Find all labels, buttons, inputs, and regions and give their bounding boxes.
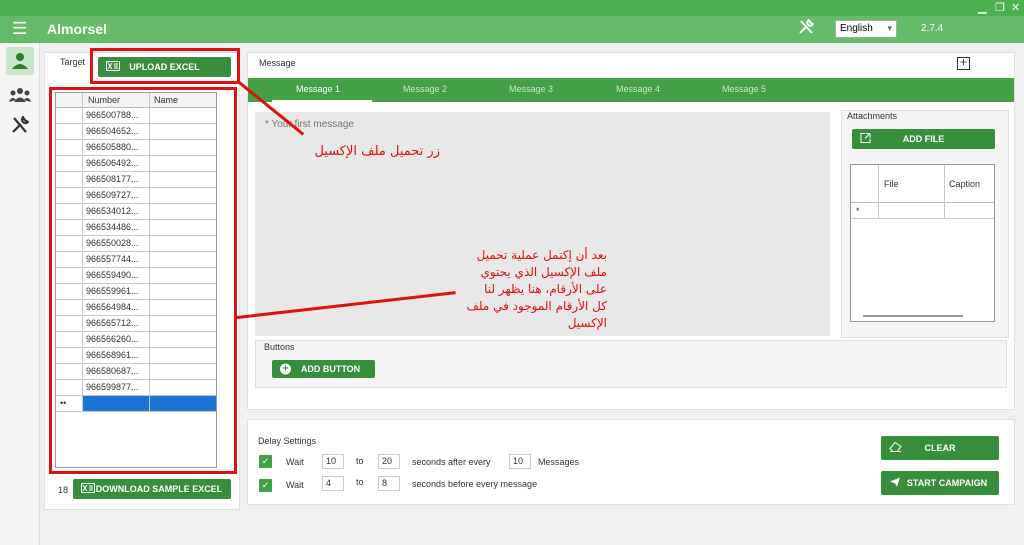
delay-row1-to-label: to (356, 456, 364, 466)
tab-message-5[interactable]: Message 5 (722, 84, 766, 94)
message-label: Message (259, 58, 296, 68)
excel-icon (81, 483, 95, 495)
delay-row1-wait-label: Wait (286, 457, 304, 467)
tab-message-3[interactable]: Message 3 (509, 84, 553, 94)
open-external-icon (860, 133, 871, 146)
delay-row1-from-input[interactable]: 10 (322, 454, 344, 469)
nav-group-users-icon[interactable] (6, 81, 34, 109)
horizontal-scrollbar[interactable] (863, 315, 963, 317)
grid-annotation: بعد أن إكتمل عملية تحميل ملف الإكسيل الذ… (466, 248, 607, 330)
delay-row1-count-input[interactable]: 10 (509, 454, 531, 469)
add-message-icon[interactable]: + (957, 56, 970, 70)
minimize-icon[interactable]: ▁ (978, 1, 986, 14)
attachments-header: File Caption (851, 165, 994, 219)
add-file-button[interactable]: ADD FILE (852, 129, 995, 149)
delay-row1-to-input[interactable]: 20 (378, 454, 400, 469)
clear-button[interactable]: CLEAR (881, 436, 999, 460)
column-file-header[interactable]: File (884, 179, 899, 189)
start-campaign-button[interactable]: START CAMPAIGN (881, 471, 999, 495)
delay-row1-unit-label: Messages (538, 457, 580, 467)
chevron-down-icon: ▾ (887, 23, 892, 33)
language-select[interactable]: English ▾ (835, 20, 897, 38)
add-button-button[interactable]: + ADD BUTTON (272, 360, 375, 378)
delay-settings-label: Delay Settings (258, 436, 317, 446)
delay-row2-checkbox[interactable]: ✓ (259, 479, 272, 492)
delay-row1-checkbox[interactable]: ✓ (259, 455, 272, 468)
app-titlebar: ☰ Almorsel English ▾ 2.7.4 (0, 16, 1024, 43)
download-sample-excel-button[interactable]: DOWNLOAD SAMPLE EXCEL (73, 479, 231, 499)
window-top-strip: ▁ ❐ ✕ (0, 0, 1024, 16)
row-count: 18 (58, 485, 69, 495)
hamburger-menu-icon[interactable]: ☰ (12, 19, 27, 39)
close-icon[interactable]: ✕ (1011, 1, 1020, 14)
attachments-new-row[interactable]: * (851, 203, 994, 219)
attachments-label: Attachments (847, 111, 898, 121)
nav-tools-icon[interactable] (6, 111, 34, 139)
send-icon (889, 477, 901, 490)
delay-row1-after-label: seconds after every (412, 457, 491, 467)
message-tabs: Message 1 Message 2 Message 3 Message 4 … (248, 78, 1014, 102)
delay-row2-after-label: seconds before every message (412, 479, 538, 489)
tab-message-1[interactable]: Message 1 (296, 84, 340, 94)
app-version: 2.7.4 (921, 23, 944, 34)
tools-icon[interactable] (798, 18, 815, 40)
side-navigation (0, 43, 40, 545)
message-placeholder: * Your first message (265, 119, 354, 130)
restore-icon[interactable]: ❐ (995, 1, 1005, 14)
delay-row2-to-label: to (356, 477, 364, 487)
upload-highlight-box (90, 48, 240, 84)
attachments-grid[interactable]: File Caption * (850, 164, 995, 322)
plus-circle-icon: + (280, 363, 291, 375)
delay-row2-wait-label: Wait (286, 480, 304, 490)
buttons-label: Buttons (264, 342, 295, 352)
tab-message-4[interactable]: Message 4 (616, 84, 660, 94)
eraser-icon (889, 441, 902, 455)
app-title: Almorsel (47, 21, 107, 37)
column-caption-header[interactable]: Caption (949, 179, 980, 189)
active-tab-indicator (272, 100, 372, 102)
upload-annotation: زر تحميل ملف الإكسيل (314, 144, 440, 159)
grid-highlight-box (49, 87, 237, 474)
target-label: Target (60, 57, 86, 67)
tab-message-2[interactable]: Message 2 (403, 84, 447, 94)
nav-single-user-icon[interactable] (6, 47, 34, 75)
delay-row2-to-input[interactable]: 8 (378, 476, 400, 491)
delay-row2-from-input[interactable]: 4 (322, 476, 344, 491)
